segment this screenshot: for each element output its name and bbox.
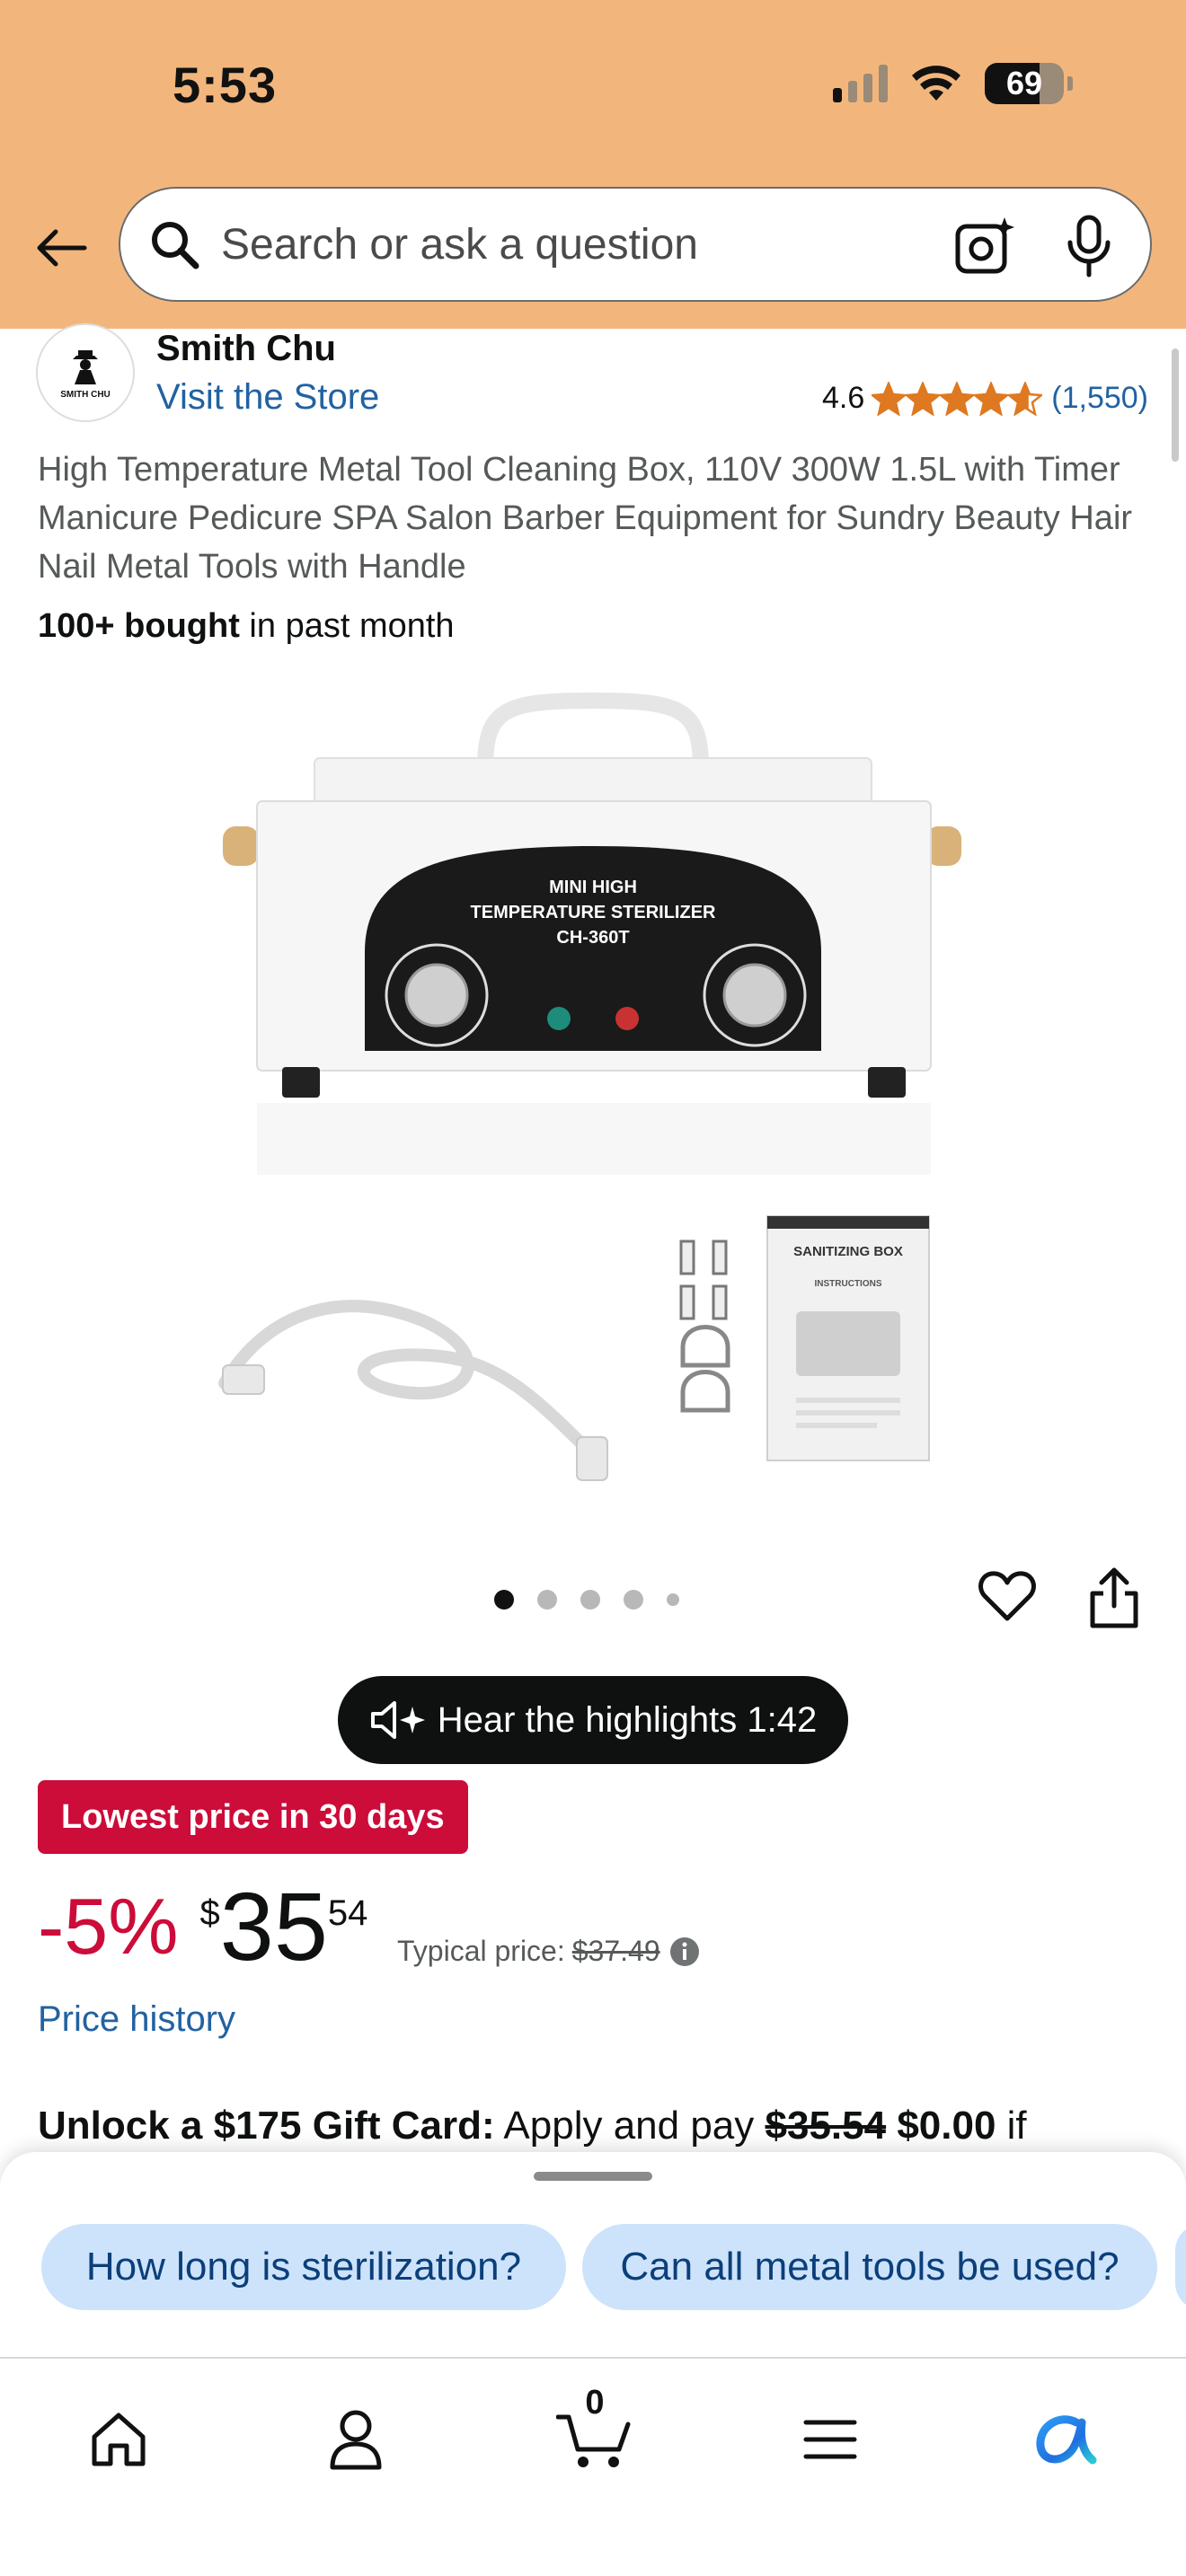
star-icon	[940, 381, 975, 416]
panel-text-1: MINI HIGH	[549, 878, 637, 897]
carousel-dot[interactable]	[667, 1593, 679, 1606]
typical-price: Typical price: $37.49	[397, 1935, 700, 1968]
bought-count-rest: in past month	[239, 607, 455, 645]
suggestion-chip[interactable]: How long is sterilization?	[41, 2224, 566, 2310]
back-arrow-icon	[37, 229, 87, 267]
gift-card-space	[886, 2104, 897, 2148]
suggestion-chip[interactable]: Can all metal tools be used?	[582, 2224, 1157, 2310]
seller-silhouette-icon	[73, 349, 98, 384]
price-whole: 35	[219, 1872, 328, 1981]
typical-price-value: $37.49	[571, 1935, 660, 1967]
search-input[interactable]	[221, 219, 886, 269]
panel-text-3: CH-360T	[556, 928, 629, 948]
manual-subtitle: INSTRUCTIONS	[815, 1279, 882, 1289]
scrollbar[interactable]	[1172, 348, 1179, 462]
bottom-nav: 0	[0, 2357, 1186, 2576]
battery-icon: 69	[985, 63, 1064, 104]
rating-summary[interactable]: 4.6 (1,550)	[822, 381, 1148, 416]
price-fraction: 54	[327, 1893, 368, 1933]
cellular-signal-icon	[833, 65, 888, 102]
bought-count-bold: 100+ bought	[38, 607, 240, 645]
star-rating	[872, 381, 1043, 416]
star-icon	[1008, 381, 1043, 416]
rating-score: 4.6	[822, 381, 865, 415]
nav-cart[interactable]: 0	[555, 2384, 634, 2475]
gift-card-free-price: $0.00	[897, 2104, 996, 2148]
camera-lens-icon[interactable]	[954, 216, 1015, 277]
price-history-link[interactable]: Price history	[38, 1999, 235, 2040]
nav-rufus[interactable]	[1031, 2404, 1103, 2475]
panel-text-2: TEMPERATURE STERILIZER	[471, 903, 717, 922]
carousel-dot[interactable]	[624, 1590, 643, 1610]
info-icon[interactable]	[669, 1936, 700, 1967]
seller-logo-text: SMITH CHU	[60, 389, 111, 400]
menu-icon	[803, 2420, 857, 2459]
rufus-suggestions-sheet[interactable]: How long is sterilization? Can all metal…	[0, 2152, 1186, 2359]
account-icon	[330, 2410, 382, 2470]
share-icon[interactable]	[1087, 1566, 1141, 1629]
home-icon	[92, 2413, 146, 2466]
app-header: 5:53 69	[0, 0, 1186, 329]
status-time: 5:53	[173, 57, 278, 113]
visit-store-link[interactable]: Visit the Store	[156, 377, 379, 418]
seller-logo[interactable]: SMITH CHU	[36, 323, 135, 422]
gift-card-text: Apply and pay	[494, 2104, 766, 2148]
gift-card-strike-price: $35.54	[765, 2104, 887, 2148]
cart-count: 0	[585, 2384, 605, 2422]
image-carousel-dots[interactable]	[494, 1590, 679, 1610]
seller-name[interactable]: Smith Chu	[156, 329, 336, 369]
search-bar[interactable]	[119, 187, 1152, 302]
suggestion-chip-overflow[interactable]	[1175, 2224, 1186, 2310]
battery-percent: 69	[1005, 65, 1043, 101]
lowest-price-badge: Lowest price in 30 days	[38, 1780, 468, 1854]
manual-title: SANITIZING BOX	[793, 1244, 903, 1259]
price-row: -5% $ 35 54	[38, 1877, 387, 1976]
star-icon	[906, 381, 941, 416]
gift-card-offer[interactable]: Unlock a $175 Gift Card: Apply and pay $…	[38, 2104, 1027, 2148]
rufus-ai-icon	[1036, 2415, 1097, 2465]
discount-percent: -5%	[38, 1882, 179, 1971]
bought-count: 100+ bought in past month	[38, 607, 455, 646]
product-title: High Temperature Metal Tool Cleaning Box…	[38, 451, 1133, 586]
price-currency: $	[199, 1893, 220, 1933]
star-icon	[974, 381, 1009, 416]
back-button[interactable]	[32, 219, 90, 277]
carousel-dot[interactable]	[537, 1590, 557, 1610]
wifi-icon	[912, 66, 960, 101]
hear-highlights-label: Hear the highlights 1:42	[437, 1699, 818, 1740]
speaker-sparkle-icon	[370, 1701, 425, 1739]
gift-card-tail: if	[996, 2104, 1027, 2148]
product-image[interactable]: MINI HIGH TEMPERATURE STERILIZER CH-360T…	[207, 692, 979, 1500]
heart-icon[interactable]	[978, 1566, 1037, 1626]
star-icon	[872, 381, 907, 416]
carousel-dot[interactable]	[494, 1590, 514, 1610]
gift-card-bold: Unlock a $175 Gift Card:	[38, 2104, 495, 2148]
microphone-icon[interactable]	[1064, 214, 1114, 278]
nav-menu[interactable]	[794, 2404, 866, 2475]
rating-count[interactable]: (1,550)	[1051, 381, 1148, 416]
search-icon	[152, 222, 199, 269]
sheet-grabber[interactable]	[534, 2172, 652, 2181]
carousel-dot[interactable]	[580, 1590, 600, 1610]
nav-account[interactable]	[320, 2404, 392, 2475]
nav-home[interactable]	[83, 2404, 155, 2475]
status-indicators: 69	[833, 63, 1073, 104]
hear-highlights-button[interactable]: Hear the highlights 1:42	[338, 1676, 848, 1764]
typical-price-label: Typical price:	[397, 1935, 565, 1967]
battery-cap	[1067, 76, 1073, 91]
